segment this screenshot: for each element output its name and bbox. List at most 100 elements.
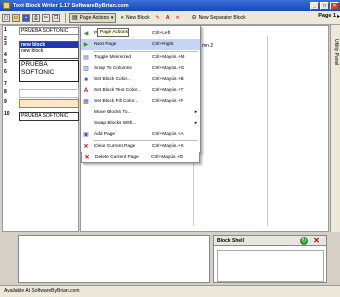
block-shell-area[interactable] bbox=[217, 250, 324, 282]
close-icon[interactable]: ✕ bbox=[312, 236, 321, 245]
new-file-icon[interactable]: ▢ bbox=[2, 13, 10, 22]
open-folder-icon[interactable]: ▭ bbox=[12, 13, 20, 22]
block-empty[interactable] bbox=[19, 89, 79, 98]
row-number: 8 bbox=[4, 89, 7, 95]
menu-item-label: Set Block Text Color... bbox=[94, 88, 141, 93]
text-color-icon: A bbox=[83, 87, 89, 94]
column-divider bbox=[267, 36, 268, 226]
menu-item-shortcut: Ctrl+Mayús.+G bbox=[152, 66, 185, 71]
utility-panel-label: Utility Panel bbox=[333, 39, 339, 66]
menu-item-set-block-fill-color[interactable]: ▦ Set Block Fill Color... Ctrl+Mayús.+F bbox=[81, 96, 200, 107]
menu-item-shortcut: Ctrl+Mayús.+T bbox=[152, 88, 184, 93]
menu-item-move-blocks-to[interactable]: Move Blocks To... ▸ bbox=[81, 107, 200, 118]
delete-icon: ✕ bbox=[84, 154, 90, 161]
menu-item-toggle-minimized[interactable]: ▤ Toggle Minimized Ctrl+Mayús.+M bbox=[81, 52, 200, 63]
menu-item-shortcut: Ctrl+Mayús.+X bbox=[152, 144, 184, 149]
block-shell-panel: Block Shell ↻ ✕ bbox=[213, 235, 327, 283]
add-page-icon: ▣ bbox=[83, 132, 89, 138]
menu-item-label: Toggle Minimized bbox=[94, 55, 132, 60]
block-prueba-softonic-2[interactable]: PRUEBA SOFTONIC bbox=[19, 112, 79, 121]
chevron-down-icon: ▾ bbox=[110, 14, 114, 21]
row-number: 6 bbox=[4, 69, 7, 75]
row-number: 5 bbox=[4, 59, 7, 65]
columns-icon: ▥ bbox=[83, 66, 89, 72]
menu-item-label: Swap Blocks With... bbox=[94, 121, 137, 126]
menu-item-delete-current-page[interactable]: ✕ Delete Current Page Ctrl+Mayús.+D bbox=[81, 152, 200, 163]
menu-item-swap-blocks-with[interactable]: Swap Blocks With... ▸ bbox=[81, 118, 200, 129]
row-number: 9 bbox=[4, 99, 7, 105]
menu-item-clear-current-page[interactable]: ✕ Clear Current Page Ctrl+Mayús.+X bbox=[81, 141, 200, 152]
row-number: 3 bbox=[4, 41, 7, 47]
separator-icon: ⊝ bbox=[191, 15, 197, 21]
menu-item-next-page[interactable]: ▶ Next Page Ctrl+Right bbox=[81, 39, 200, 50]
menu-item-set-block-color[interactable]: ■ Set Block Color... Ctrl+Mayús.+B bbox=[81, 74, 200, 85]
arrow-left-icon: ◀ bbox=[83, 31, 89, 37]
page-actions-icon: ▤ bbox=[72, 15, 78, 21]
close-button[interactable]: × bbox=[330, 1, 339, 10]
block-shell-title: Block Shell bbox=[214, 236, 326, 246]
menu-item-shortcut: Ctrl+Right bbox=[152, 42, 174, 47]
page-indicator: Page 1 bbox=[318, 13, 336, 19]
status-bar: Available At SoftwareByBrian.com bbox=[0, 285, 340, 297]
menu-item-snap-to-columns[interactable]: ▥ Snap To Columns Ctrl+Mayús.+G bbox=[81, 63, 200, 74]
cut-icon[interactable]: ✂ bbox=[42, 13, 50, 22]
new-block-icon: ● bbox=[120, 14, 124, 21]
save-icon[interactable]: ▪ bbox=[22, 13, 30, 22]
menu-item-shortcut: Ctrl+Left bbox=[152, 31, 171, 36]
page-actions-label: Page Actions bbox=[79, 14, 109, 21]
title-bar: Text Block Writer 1.17 SoftwareByBrian.c… bbox=[0, 0, 340, 11]
menu-item-label: Move Blocks To... bbox=[94, 110, 132, 115]
copy-icon[interactable]: ❐ bbox=[52, 13, 60, 22]
row-number: 4 bbox=[4, 52, 7, 58]
block-body: new block bbox=[21, 48, 44, 54]
menu-item-label: Delete Current Page bbox=[95, 154, 139, 160]
menu-item-label: Snap To Columns bbox=[94, 66, 132, 71]
new-separator-label: New Separator Block bbox=[198, 14, 246, 21]
refresh-icon[interactable]: ↻ bbox=[300, 237, 308, 245]
maximize-button[interactable]: □ bbox=[320, 1, 329, 10]
utility-panel-strip[interactable]: Utility Panel bbox=[330, 25, 340, 232]
menu-item-set-block-text-color[interactable]: A Set Block Text Color... Ctrl+Mayús.+T bbox=[81, 85, 200, 96]
new-separator-button[interactable]: ⊝ New Separator Block bbox=[190, 13, 248, 23]
block-new-block[interactable]: new block new block bbox=[19, 41, 79, 59]
menu-item-shortcut: Ctrl+Mayús.+A bbox=[152, 132, 184, 137]
menu-item-label: Add Page bbox=[94, 132, 116, 137]
toolbar: ▢ ▭ ▪ ⎙ ✂ ❐ ▤ Page Actions ▾ ● New Block… bbox=[0, 11, 340, 25]
submenu-arrow-icon: ▸ bbox=[194, 121, 198, 126]
color-brush-icon[interactable]: ✎ bbox=[154, 14, 162, 22]
menu-item-shortcut: Ctrl+Mayús.+B bbox=[152, 77, 184, 82]
color-icon: ■ bbox=[84, 76, 88, 83]
print-icon[interactable]: ⎙ bbox=[32, 13, 40, 22]
arrow-right-icon: ▶ bbox=[83, 42, 89, 48]
delete-block-icon[interactable]: ✕ bbox=[174, 14, 182, 22]
row-number: 10 bbox=[4, 111, 10, 117]
new-block-label: New Block bbox=[126, 14, 150, 21]
menu-item-shortcut: Ctrl+Mayús.+D bbox=[151, 154, 183, 160]
column-label: mn 2 bbox=[202, 43, 214, 49]
page-actions-button[interactable]: ▤ Page Actions ▾ bbox=[69, 12, 117, 23]
menu-item-add-page[interactable]: ▣ Add Page Ctrl+Mayús.+A bbox=[81, 129, 200, 140]
minimize-button[interactable]: _ bbox=[310, 1, 319, 10]
block-text-editor[interactable] bbox=[18, 235, 210, 283]
menu-item-label: Set Block Color... bbox=[94, 77, 131, 82]
toggle-icon: ▤ bbox=[83, 55, 89, 61]
block-prueba-large[interactable]: PRUEBA SOFTONIC bbox=[19, 60, 79, 82]
page-actions-menu: ◀ Previous Page Ctrl+Left ▶ Next Page Ct… bbox=[80, 25, 201, 153]
text-color-icon[interactable]: A bbox=[164, 14, 172, 22]
submenu-arrow-icon: ▸ bbox=[194, 110, 198, 115]
block-line: PRUEBA bbox=[21, 61, 48, 68]
block-separator[interactable] bbox=[19, 99, 79, 108]
app-icon bbox=[3, 2, 10, 9]
block-prueba-softonic[interactable]: PRUEBA SOFTONIC bbox=[19, 27, 79, 35]
toolbar-separator bbox=[65, 12, 66, 23]
menu-item-label: Clear Current Page bbox=[94, 144, 136, 149]
block-list-panel: 1 PRUEBA SOFTONIC 2 3 new block new bloc… bbox=[2, 25, 79, 232]
page-actions-tooltip: Page Actions bbox=[97, 28, 129, 37]
menu-item-label: Next Page bbox=[94, 42, 117, 47]
block-line: SOFTONIC bbox=[21, 69, 55, 76]
clear-icon: ✕ bbox=[83, 144, 89, 150]
window-title: Text Block Writer 1.17 SoftwareByBrian.c… bbox=[13, 2, 129, 9]
row-number: 7 bbox=[4, 81, 7, 87]
new-block-button[interactable]: ● New Block bbox=[118, 13, 151, 23]
menu-item-shortcut: Ctrl+Mayús.+M bbox=[152, 55, 185, 60]
